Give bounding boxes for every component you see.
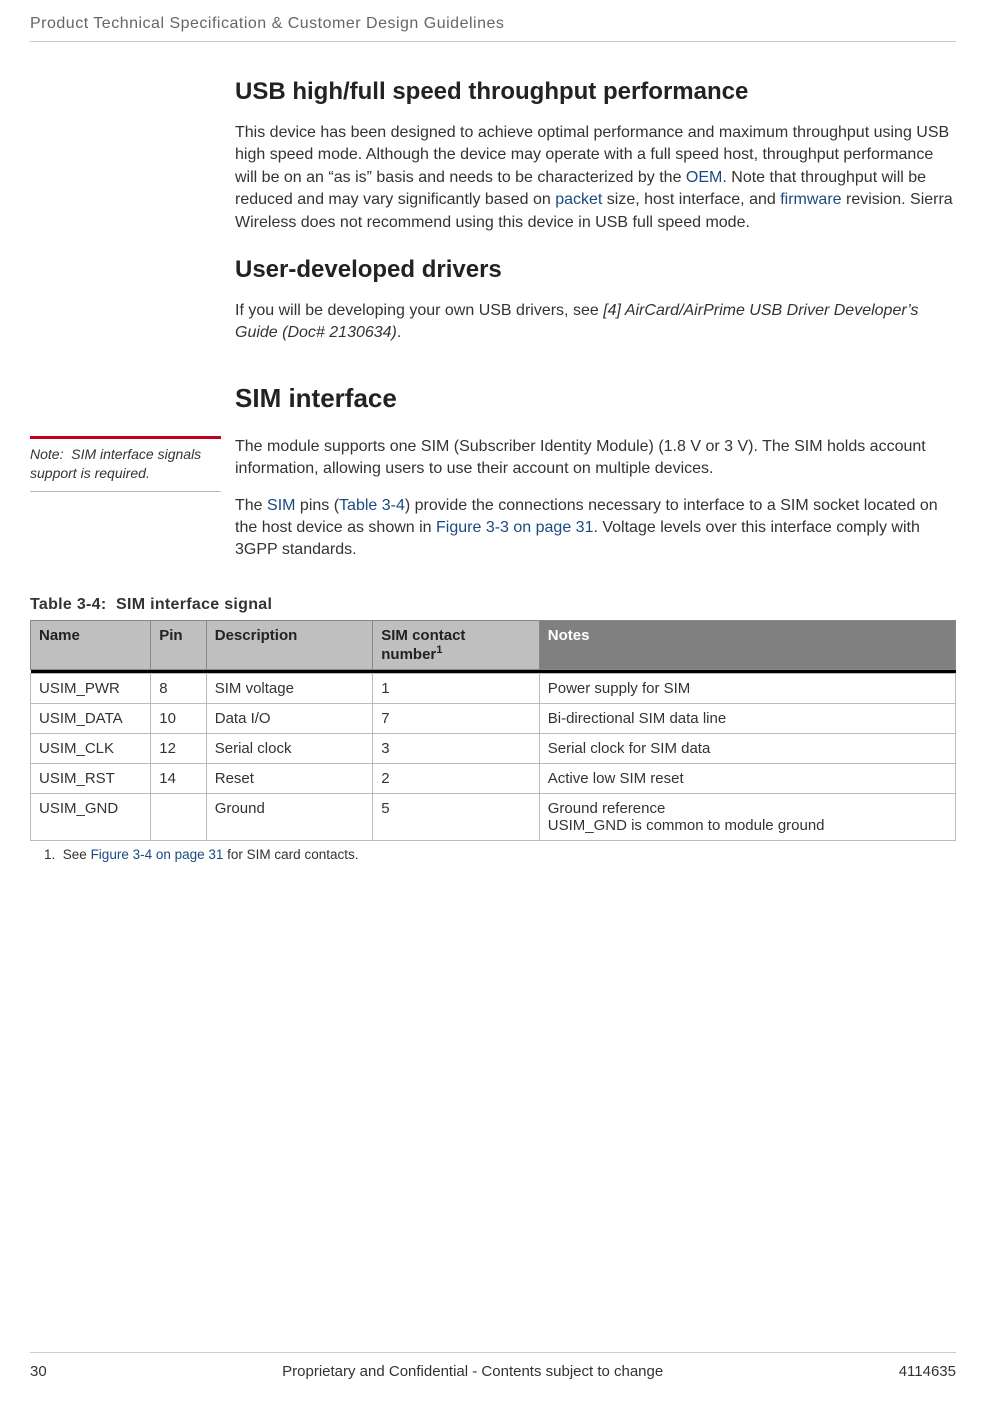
cell-pin: 10 xyxy=(151,703,207,733)
cell-notes: Power supply for SIM xyxy=(539,673,955,703)
cell-contact: 2 xyxy=(373,763,540,793)
sim-note-box: Note: SIM interface signals support is r… xyxy=(30,436,221,492)
cell-contact: 7 xyxy=(373,703,540,733)
cell-pin xyxy=(151,793,207,840)
table-row: USIM_RST 14 Reset 2 Active low SIM reset xyxy=(31,763,956,793)
footer-center-text: Proprietary and Confidential - Contents … xyxy=(282,1363,663,1380)
cell-pin: 8 xyxy=(151,673,207,703)
cell-notes: Ground reference USIM_GND is common to m… xyxy=(539,793,955,840)
cell-desc: Reset xyxy=(206,763,373,793)
text-span: size, host interface, and xyxy=(602,191,780,208)
sim-paragraph-2: The SIM pins (Table 3-4) provide the con… xyxy=(235,495,956,562)
page-footer: 30 Proprietary and Confidential - Conten… xyxy=(30,1352,956,1380)
firmware-link[interactable]: firmware xyxy=(780,191,841,208)
table-row: USIM_GND Ground 5 Ground reference USIM_… xyxy=(31,793,956,840)
cell-desc: Serial clock xyxy=(206,733,373,763)
table-3-4-link[interactable]: Table 3-4 xyxy=(339,497,405,514)
table-caption: Table 3-4: SIM interface signal xyxy=(30,596,956,614)
cell-pin: 12 xyxy=(151,733,207,763)
cell-pin: 14 xyxy=(151,763,207,793)
th-description: Description xyxy=(206,620,373,669)
text-span: The xyxy=(235,497,267,514)
user-drivers-paragraph: If you will be developing your own USB d… xyxy=(235,300,956,345)
cell-name: USIM_GND xyxy=(31,793,151,840)
sim-paragraph-1: The module supports one SIM (Subscriber … xyxy=(235,436,956,481)
cell-desc: Data I/O xyxy=(206,703,373,733)
cell-notes: Serial clock for SIM data xyxy=(539,733,955,763)
th-contact: SIM contact number1 xyxy=(373,620,540,669)
document-number: 4114635 xyxy=(899,1363,956,1380)
sim-link[interactable]: SIM xyxy=(267,497,295,514)
cell-contact: 3 xyxy=(373,733,540,763)
footnote-number: 1. xyxy=(44,847,55,862)
table-footnote: 1. See Figure 3-4 on page 31 for SIM car… xyxy=(44,847,956,862)
user-drivers-heading: User-developed drivers xyxy=(235,256,956,284)
cell-contact: 5 xyxy=(373,793,540,840)
text-span: . xyxy=(397,324,401,341)
sim-interface-table: Name Pin Description SIM contact number1… xyxy=(30,620,956,841)
table-row: USIM_DATA 10 Data I/O 7 Bi-directional S… xyxy=(31,703,956,733)
footnote-suffix: for SIM card contacts. xyxy=(223,847,358,862)
oem-link[interactable]: OEM xyxy=(686,169,722,186)
cell-name: USIM_CLK xyxy=(31,733,151,763)
table-row: USIM_PWR 8 SIM voltage 1 Power supply fo… xyxy=(31,673,956,703)
usb-throughput-paragraph: This device has been designed to achieve… xyxy=(235,122,956,234)
footnote-prefix: See xyxy=(63,847,91,862)
table-row: USIM_CLK 12 Serial clock 3 Serial clock … xyxy=(31,733,956,763)
cell-notes: Active low SIM reset xyxy=(539,763,955,793)
cell-notes: Bi-directional SIM data line xyxy=(539,703,955,733)
th-contact-sup: 1 xyxy=(436,644,442,656)
text-span: pins ( xyxy=(295,497,339,514)
page-number: 30 xyxy=(30,1363,47,1380)
sim-interface-heading: SIM interface xyxy=(235,383,956,414)
cell-contact: 1 xyxy=(373,673,540,703)
running-header: Product Technical Specification & Custom… xyxy=(30,15,956,33)
figure-3-3-link[interactable]: Figure 3-3 on page 31 xyxy=(436,519,593,536)
packet-link[interactable]: packet xyxy=(555,191,602,208)
th-contact-text: SIM contact number xyxy=(381,627,465,663)
th-notes: Notes xyxy=(539,620,955,669)
cell-desc: SIM voltage xyxy=(206,673,373,703)
cell-desc: Ground xyxy=(206,793,373,840)
cell-name: USIM_RST xyxy=(31,763,151,793)
table-header-row: Name Pin Description SIM contact number1… xyxy=(31,620,956,669)
header-rule xyxy=(30,41,956,42)
cell-name: USIM_DATA xyxy=(31,703,151,733)
figure-3-4-link[interactable]: Figure 3-4 on page 31 xyxy=(91,847,224,862)
th-name: Name xyxy=(31,620,151,669)
text-span: If you will be developing your own USB d… xyxy=(235,302,603,319)
usb-throughput-heading: USB high/full speed throughput performan… xyxy=(235,78,956,106)
cell-name: USIM_PWR xyxy=(31,673,151,703)
th-pin: Pin xyxy=(151,620,207,669)
